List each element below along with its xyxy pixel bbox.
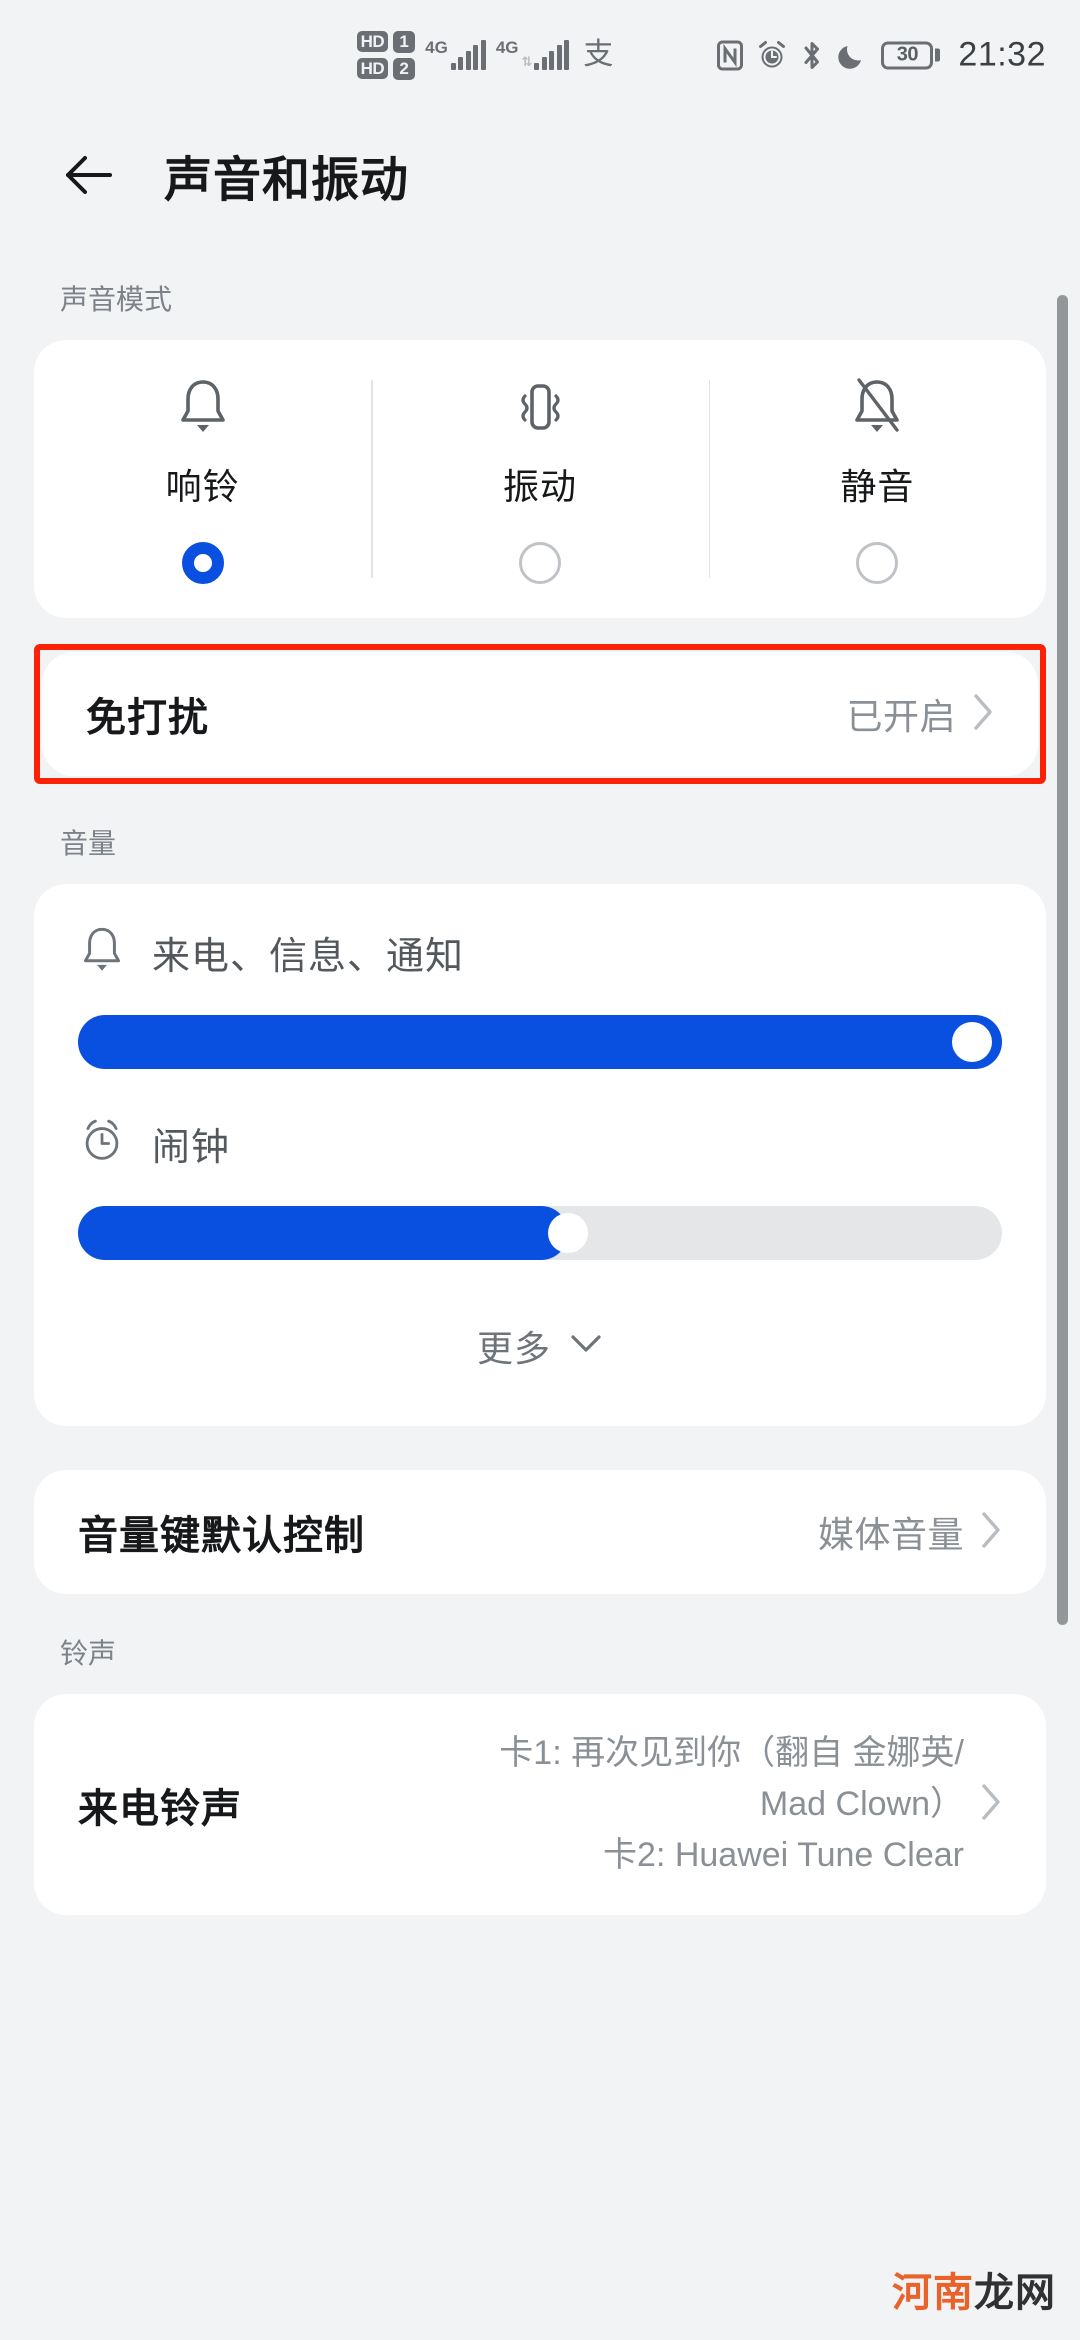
network-type-sim1: 4G xyxy=(425,38,448,57)
status-bar-left-group: HD 1 HD 2 4G 4G ⇅ 支 xyxy=(356,30,614,80)
sound-mode-radio-ring[interactable] xyxy=(181,542,224,584)
do-not-disturb-highlight-box: 免打扰 已开启 xyxy=(34,644,1046,784)
chevron-down-icon xyxy=(569,1333,603,1360)
sound-mode-section-label: 声音模式 xyxy=(60,284,173,315)
volume-slider-calls-knob[interactable] xyxy=(952,1022,992,1062)
vibrate-icon xyxy=(511,374,569,440)
watermark: 河南龙网 xyxy=(892,2260,1056,2318)
chevron-right-icon xyxy=(980,1782,1002,1827)
watermark-part1: 河南 xyxy=(892,2271,974,2315)
sim1-indicator: HD 1 xyxy=(356,30,416,53)
volume-slider-header-alarm: 闹钟 xyxy=(78,1115,1002,1172)
ringtone-title: 来电铃声 xyxy=(78,1786,242,1831)
chevron-right-icon xyxy=(980,1510,1002,1555)
volume-slider-calls[interactable] xyxy=(78,1015,1002,1069)
volume-more-label: 更多 xyxy=(476,1328,551,1369)
nfc-icon xyxy=(717,40,744,70)
input-method-icon: 支 xyxy=(583,38,614,71)
do-not-disturb-title: 免打扰 xyxy=(86,696,209,740)
volume-section-label: 音量 xyxy=(60,828,117,859)
sim-hd-stack: HD 1 HD 2 xyxy=(356,30,416,80)
ringtone-value-line3: 卡2: Huawei Tune Clear xyxy=(603,1836,964,1874)
hd-badge-sim2: HD xyxy=(356,57,389,80)
ringtone-value-line1: 卡1: 再次见到你（翻自 金娜英/ xyxy=(499,1734,964,1772)
sound-mode-radio-vibrate[interactable] xyxy=(518,542,561,584)
page-title: 声音和振动 xyxy=(164,154,410,207)
bluetooth-icon xyxy=(801,39,823,71)
clock-text: 21:32 xyxy=(958,35,1046,74)
ringtone-value-line2: Mad Clown） xyxy=(759,1785,964,1823)
sim2-indicator: HD 2 xyxy=(356,57,416,80)
ringtone-section-label: 铃声 xyxy=(60,1638,117,1669)
sim1-number-badge: 1 xyxy=(393,30,416,53)
do-not-disturb-row[interactable]: 免打扰 已开启 xyxy=(42,652,1038,776)
bell-icon xyxy=(78,924,126,981)
back-arrow-icon[interactable] xyxy=(58,143,122,207)
volume-card: 来电、信息、通知 闹钟 更多 xyxy=(34,884,1046,1426)
volume-key-default-control-row[interactable]: 音量键默认控制 媒体音量 xyxy=(34,1470,1046,1594)
bell-slash-icon xyxy=(848,374,906,440)
status-bar: HD 1 HD 2 4G 4G ⇅ 支 30 21:32 xyxy=(0,0,1080,110)
volume-slider-alarm-fill xyxy=(78,1206,568,1260)
volume-key-title: 音量键默认控制 xyxy=(78,1514,365,1558)
settings-scroll-area[interactable]: 声音模式 响铃 振动 静音 免打扰 已开启 音量 来电、信息、通知 闹钟 更多 … xyxy=(0,240,1080,1915)
watermark-part2: 龙网 xyxy=(974,2271,1056,2315)
chevron-right-icon xyxy=(972,692,994,737)
volume-key-value: 媒体音量 xyxy=(817,1514,964,1555)
sound-mode-card: 响铃 振动 静音 xyxy=(34,340,1046,618)
sound-mode-option-ring[interactable]: 响铃 xyxy=(34,374,371,584)
alarm-clock-icon xyxy=(78,1115,126,1172)
volume-slider-alarm[interactable] xyxy=(78,1206,1002,1260)
volume-more-button[interactable]: 更多 xyxy=(78,1306,1002,1416)
sim2-number-badge: 2 xyxy=(393,57,416,80)
network-type-sim2: 4G xyxy=(495,38,519,57)
signal-bars-sim1-icon xyxy=(450,40,486,70)
volume-label-alarm: 闹钟 xyxy=(152,1127,231,1169)
page-header: 声音和振动 xyxy=(0,110,1080,240)
signal-bars-sim2-icon xyxy=(534,40,570,70)
battery-level-text: 30 xyxy=(896,43,919,66)
sound-mode-option-silent[interactable]: 静音 xyxy=(708,374,1046,584)
incoming-call-ringtone-row[interactable]: 来电铃声 卡1: 再次见到你（翻自 金娜英/ Mad Clown） 卡2: Hu… xyxy=(34,1694,1046,1915)
volume-slider-calls-fill xyxy=(78,1015,1002,1069)
vertical-scrollbar[interactable] xyxy=(1057,295,1068,1625)
signal-group-sim2: 4G ⇅ xyxy=(495,38,570,70)
ringtone-values: 卡1: 再次见到你（翻自 金娜英/ Mad Clown） 卡2: Huawei … xyxy=(499,1728,964,1881)
sound-mode-label-vibrate: 振动 xyxy=(502,466,577,507)
sound-mode-option-vibrate[interactable]: 振动 xyxy=(371,374,708,584)
volume-label-calls: 来电、信息、通知 xyxy=(152,936,465,978)
volume-slider-header-calls: 来电、信息、通知 xyxy=(78,924,1002,981)
hd-badge-sim1: HD xyxy=(356,30,389,53)
alarm-icon xyxy=(757,40,787,70)
sound-mode-label-silent: 静音 xyxy=(840,466,915,507)
sound-mode-radio-silent[interactable] xyxy=(856,542,899,584)
status-bar-right-group: 30 21:32 xyxy=(717,36,1046,75)
battery-cap-icon xyxy=(935,48,941,62)
bell-icon xyxy=(174,374,232,440)
signal-group-sim1: 4G xyxy=(425,38,486,70)
sound-mode-label-ring: 响铃 xyxy=(165,466,240,507)
volume-slider-alarm-knob[interactable] xyxy=(547,1213,588,1253)
data-transfer-icon: ⇅ xyxy=(521,54,533,69)
do-not-disturb-moon-icon xyxy=(837,40,867,70)
battery-indicator: 30 xyxy=(881,41,941,69)
do-not-disturb-value: 已开启 xyxy=(846,696,956,737)
